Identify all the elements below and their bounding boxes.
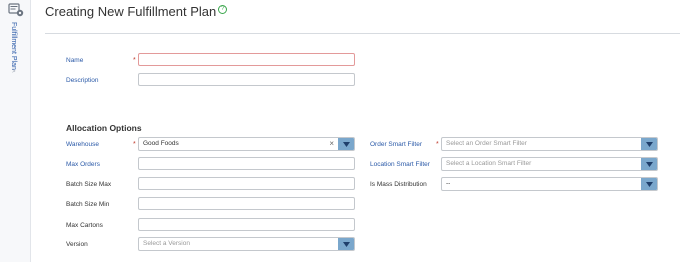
max-cartons-label: Max Cartons xyxy=(66,222,103,229)
help-icon[interactable]: ? xyxy=(218,5,228,14)
name-input[interactable] xyxy=(138,53,355,66)
warehouse-required-marker: * xyxy=(133,141,136,148)
location-smart-filter-label: Location Smart Filter xyxy=(370,161,430,168)
header-divider xyxy=(45,33,680,34)
name-required-marker: * xyxy=(133,57,136,64)
order-smart-filter-placeholder: Select an Order Smart Filter xyxy=(446,140,527,147)
chevron-down-icon[interactable] xyxy=(641,138,657,150)
name-label: Name xyxy=(66,57,84,64)
page-title: Creating New Fulfillment Plan? xyxy=(45,4,228,20)
version-label: Version xyxy=(66,241,88,248)
is-mass-distribution-select[interactable]: -- xyxy=(441,177,658,191)
fulfillment-plan-icon[interactable] xyxy=(8,3,24,17)
is-mass-distribution-label: Is Mass Distribution xyxy=(370,181,427,188)
sidebar: Fulfillment Plan > xyxy=(0,0,31,262)
sidebar-label[interactable]: Fulfillment Plan xyxy=(10,22,17,70)
max-orders-input[interactable] xyxy=(138,157,355,170)
warehouse-value: Good Foods xyxy=(143,140,179,147)
order-smart-filter-label: Order Smart Filter xyxy=(370,141,423,148)
chevron-right-icon[interactable]: > xyxy=(12,69,16,75)
chevron-down-icon[interactable] xyxy=(641,158,657,170)
is-mass-distribution-value: -- xyxy=(446,180,451,187)
page-title-text: Creating New Fulfillment Plan xyxy=(45,4,217,19)
max-orders-label: Max Orders xyxy=(66,161,100,168)
version-select[interactable]: Select a Version xyxy=(138,237,355,251)
description-input[interactable] xyxy=(138,73,355,86)
batch-size-max-input[interactable] xyxy=(138,177,355,190)
location-smart-filter-placeholder: Select a Location Smart Filter xyxy=(446,160,532,167)
description-label: Description xyxy=(66,77,99,84)
order-smart-filter-select[interactable]: Select an Order Smart Filter xyxy=(441,137,658,151)
batch-size-max-label: Batch Size Max xyxy=(66,181,112,188)
order-smart-filter-required-marker: * xyxy=(436,141,439,148)
chevron-down-icon[interactable] xyxy=(338,138,354,150)
batch-size-min-input[interactable] xyxy=(138,197,355,210)
chevron-down-icon[interactable] xyxy=(641,178,657,190)
clear-icon[interactable]: × xyxy=(329,138,334,150)
max-cartons-input[interactable] xyxy=(138,218,355,231)
location-smart-filter-select[interactable]: Select a Location Smart Filter xyxy=(441,157,658,171)
version-placeholder: Select a Version xyxy=(143,240,190,247)
allocation-options-heading: Allocation Options xyxy=(66,123,142,133)
warehouse-label: Warehouse xyxy=(66,141,99,148)
warehouse-select[interactable]: Good Foods × xyxy=(138,137,355,151)
chevron-down-icon[interactable] xyxy=(338,238,354,250)
batch-size-min-label: Batch Size Min xyxy=(66,201,110,208)
